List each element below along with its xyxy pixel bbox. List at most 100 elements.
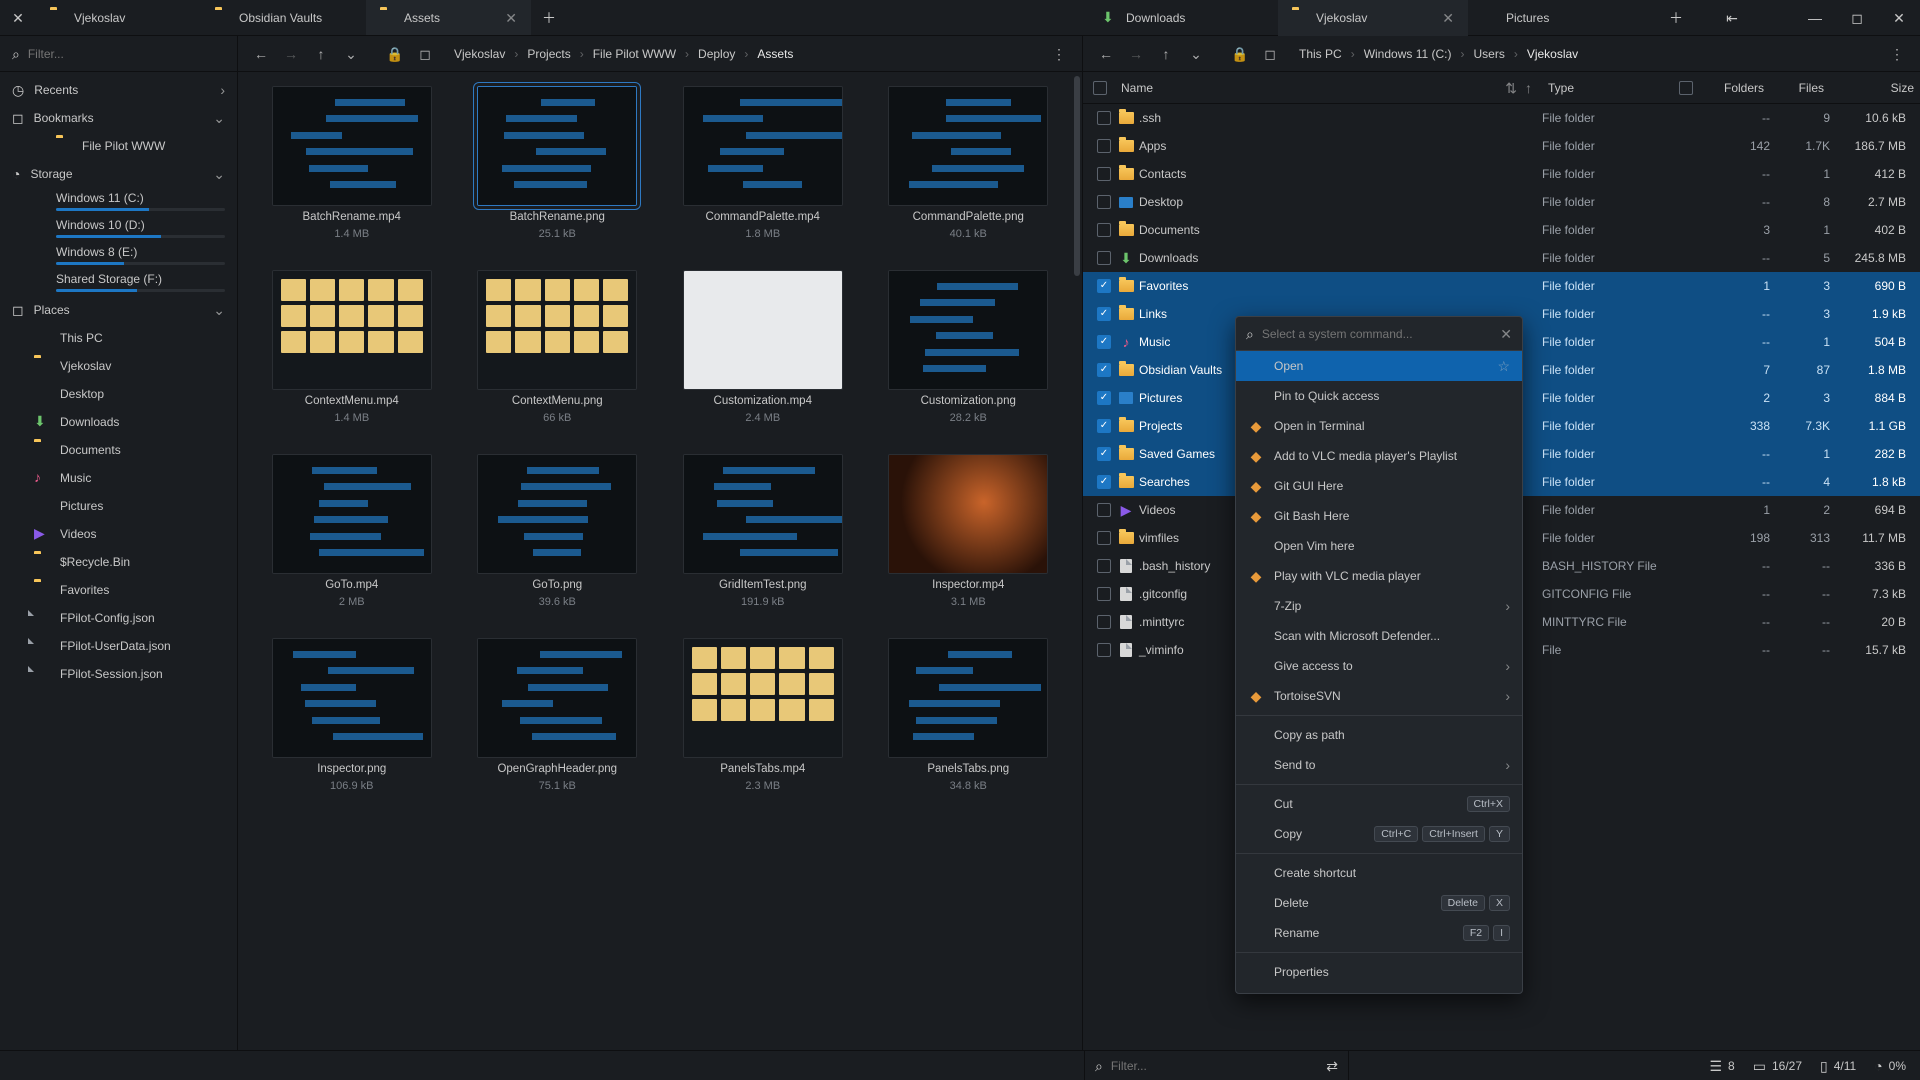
context-menu-item[interactable]: Send to› bbox=[1236, 750, 1522, 780]
tab[interactable]: Obsidian Vaults bbox=[201, 0, 366, 35]
grid-item[interactable]: OpenGraphHeader.png75.1 kB bbox=[462, 638, 654, 792]
row-checkbox[interactable] bbox=[1093, 475, 1115, 489]
sidebar-place-item[interactable]: FPilot-Config.json bbox=[0, 604, 237, 632]
row-checkbox[interactable] bbox=[1093, 251, 1115, 265]
context-menu-item[interactable]: Create shortcut bbox=[1236, 858, 1522, 888]
close-button[interactable]: ✕ bbox=[1878, 0, 1920, 36]
lock-button[interactable]: 🔒 bbox=[1227, 41, 1253, 67]
context-menu-item[interactable]: ◆Add to VLC media player's Playlist bbox=[1236, 441, 1522, 471]
context-menu-item[interactable]: Copy as path bbox=[1236, 720, 1522, 750]
back-button[interactable]: ← bbox=[1093, 41, 1119, 67]
bookmark-button[interactable]: ◻ bbox=[412, 41, 438, 67]
row-checkbox[interactable] bbox=[1093, 559, 1115, 573]
tab[interactable]: Assets✕ bbox=[366, 0, 531, 35]
sidebar-place-item[interactable]: FPilot-Session.json bbox=[0, 660, 237, 688]
row-checkbox[interactable] bbox=[1093, 615, 1115, 629]
back-button[interactable]: ← bbox=[248, 41, 274, 67]
close-icon[interactable]: ✕ bbox=[505, 11, 517, 25]
context-menu-item[interactable]: ◆TortoiseSVN› bbox=[1236, 681, 1522, 711]
toolbar-more-button[interactable]: ⋮ bbox=[1046, 41, 1072, 67]
sidebar-place-item[interactable]: Vjekoslav bbox=[0, 352, 237, 380]
row-checkbox[interactable] bbox=[1093, 643, 1115, 657]
sidebar-filter[interactable]: ⌕ bbox=[0, 36, 237, 72]
sort-name-icon[interactable]: ⇅ bbox=[1505, 81, 1517, 95]
sidebar-drive[interactable]: Windows 11 (C:) bbox=[0, 188, 237, 215]
grid-item[interactable]: ContextMenu.mp41.4 MB bbox=[256, 270, 448, 424]
sidebar-place-item[interactable]: FPilot-UserData.json bbox=[0, 632, 237, 660]
context-menu-search[interactable]: ⌕ ✕ bbox=[1236, 317, 1522, 351]
column-name[interactable]: Name bbox=[1115, 81, 1505, 95]
scrollbar-thumb[interactable] bbox=[1074, 76, 1080, 276]
breadcrumb-segment[interactable]: This PC bbox=[1293, 45, 1348, 63]
sidebar-bookmarks-header[interactable]: ◻ Bookmarks ⌄ bbox=[0, 104, 237, 132]
breadcrumb-segment[interactable]: Vjekoslav bbox=[1521, 45, 1584, 63]
row-checkbox[interactable] bbox=[1093, 531, 1115, 545]
table-row[interactable]: ⬇DownloadsFile folder--5245.8 MB bbox=[1083, 244, 1920, 272]
filter-options-icon[interactable]: ⇄ bbox=[1326, 1059, 1338, 1073]
row-checkbox[interactable] bbox=[1093, 139, 1115, 153]
grid-item[interactable]: GoTo.png39.6 kB bbox=[462, 454, 654, 608]
new-tab-button-right[interactable]: ＋ bbox=[1658, 0, 1694, 36]
column-type-check[interactable] bbox=[1672, 81, 1700, 95]
table-row[interactable]: FavoritesFile folder13690 B bbox=[1083, 272, 1920, 300]
context-menu-item[interactable]: ◆Open in Terminal bbox=[1236, 411, 1522, 441]
sidebar-places-header[interactable]: ◻ Places ⌄ bbox=[0, 296, 237, 324]
sidebar-drive[interactable]: Windows 10 (D:) bbox=[0, 215, 237, 242]
grid-item[interactable]: GoTo.mp42 MB bbox=[256, 454, 448, 608]
tab[interactable]: Vjekoslav✕ bbox=[1278, 0, 1468, 36]
new-tab-button-left[interactable]: ＋ bbox=[531, 0, 567, 35]
row-checkbox[interactable] bbox=[1093, 363, 1115, 377]
tab[interactable]: Pictures bbox=[1468, 0, 1658, 36]
grid-item[interactable]: Customization.png28.2 kB bbox=[873, 270, 1065, 424]
sidebar-recents-header[interactable]: ◷ Recents › bbox=[0, 76, 237, 104]
row-checkbox[interactable] bbox=[1093, 195, 1115, 209]
status-filter[interactable]: ⌕ ⇄ bbox=[1084, 1051, 1349, 1080]
context-menu-item[interactable]: CopyCtrl+CCtrl+InsertY bbox=[1236, 819, 1522, 849]
bookmark-button[interactable]: ◻ bbox=[1257, 41, 1283, 67]
table-row[interactable]: DocumentsFile folder31402 B bbox=[1083, 216, 1920, 244]
history-button[interactable]: ⌄ bbox=[338, 41, 364, 67]
context-menu-item[interactable]: Give access to› bbox=[1236, 651, 1522, 681]
row-checkbox[interactable] bbox=[1093, 307, 1115, 321]
table-row[interactable]: DesktopFile folder--82.7 MB bbox=[1083, 188, 1920, 216]
grid-item[interactable]: ContextMenu.png66 kB bbox=[462, 270, 654, 424]
breadcrumb-segment[interactable]: Users bbox=[1467, 45, 1510, 63]
grid-item[interactable]: GridItemTest.png191.9 kB bbox=[667, 454, 859, 608]
status-filter-input[interactable] bbox=[1111, 1059, 1318, 1073]
row-checkbox[interactable] bbox=[1093, 503, 1115, 517]
forward-button[interactable]: → bbox=[278, 41, 304, 67]
column-type[interactable]: Type bbox=[1542, 81, 1672, 95]
sidebar-place-item[interactable]: Desktop bbox=[0, 380, 237, 408]
row-checkbox[interactable] bbox=[1093, 587, 1115, 601]
context-menu-item[interactable]: Open☆ bbox=[1236, 351, 1522, 381]
sidebar-place-item[interactable]: ⬇Downloads bbox=[0, 408, 237, 436]
sidebar-bookmark-item[interactable]: File Pilot WWW bbox=[0, 132, 237, 160]
close-icon[interactable]: ✕ bbox=[1500, 327, 1512, 341]
column-folders[interactable]: Folders bbox=[1700, 81, 1770, 95]
sidebar-place-item[interactable]: This PC bbox=[0, 324, 237, 352]
lock-button[interactable]: 🔒 bbox=[382, 41, 408, 67]
sidebar-place-item[interactable]: Documents bbox=[0, 436, 237, 464]
context-menu-item[interactable]: Pin to Quick access bbox=[1236, 381, 1522, 411]
grid-item[interactable]: BatchRename.png25.1 kB bbox=[462, 86, 654, 240]
breadcrumb-segment[interactable]: Deploy bbox=[692, 45, 741, 63]
context-menu-item[interactable]: Properties bbox=[1236, 957, 1522, 987]
row-checkbox[interactable] bbox=[1093, 419, 1115, 433]
grid-item[interactable]: Customization.mp42.4 MB bbox=[667, 270, 859, 424]
sidebar-place-item[interactable]: ▶Videos bbox=[0, 520, 237, 548]
context-menu-item[interactable]: Scan with Microsoft Defender... bbox=[1236, 621, 1522, 651]
row-checkbox[interactable] bbox=[1093, 167, 1115, 181]
breadcrumb-segment[interactable]: Windows 11 (C:) bbox=[1358, 45, 1458, 63]
grid-item[interactable]: BatchRename.mp41.4 MB bbox=[256, 86, 448, 240]
breadcrumb-segment[interactable]: Projects bbox=[521, 45, 576, 63]
app-logo[interactable]: ✕ bbox=[0, 0, 36, 35]
left-grid[interactable]: BatchRename.mp41.4 MBBatchRename.png25.1… bbox=[238, 72, 1082, 1050]
sidebar-storage-header[interactable]: ◔ Storage ⌄ bbox=[0, 160, 237, 188]
table-row[interactable]: ContactsFile folder--1412 B bbox=[1083, 160, 1920, 188]
row-checkbox[interactable] bbox=[1093, 279, 1115, 293]
tab[interactable]: ⬇Downloads bbox=[1088, 0, 1278, 36]
grid-item[interactable]: CommandPalette.mp41.8 MB bbox=[667, 86, 859, 240]
toolbar-more-button[interactable]: ⋮ bbox=[1884, 41, 1910, 67]
sidebar-drive[interactable]: Shared Storage (F:) bbox=[0, 269, 237, 296]
sidebar-place-item[interactable]: Favorites bbox=[0, 576, 237, 604]
